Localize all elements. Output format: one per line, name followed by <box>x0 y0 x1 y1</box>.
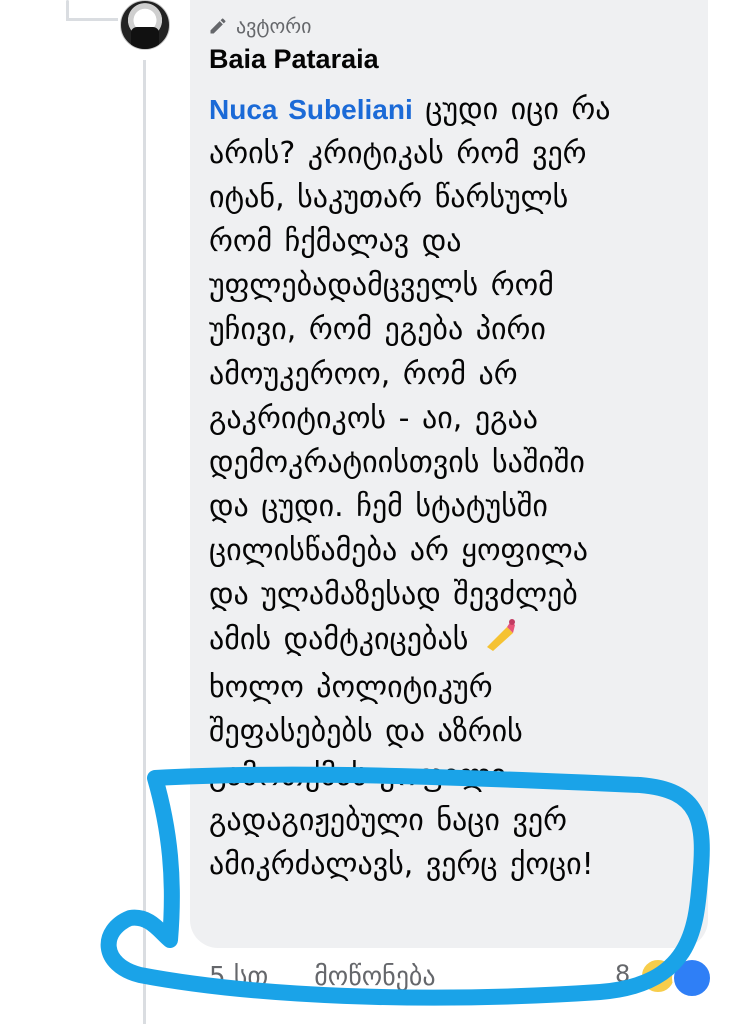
comment-line: ხოლო პოლიტიკურ <box>209 670 493 706</box>
author-badge-label: ავტორი <box>236 14 312 38</box>
comment-line: უჩივი, რომ ეგება პირი <box>209 312 546 348</box>
reply-thread-line <box>143 60 146 1024</box>
comment-line: და ულამაზესად შევძლებ <box>209 577 578 613</box>
comment-line: გადაგიჟებული ნაცი ვერ <box>209 802 567 838</box>
comment-line: ამის დამტკიცებას <box>209 622 481 658</box>
thread-line <box>66 0 69 20</box>
haha-reaction-icon[interactable] <box>640 958 676 994</box>
nail-polish-icon <box>481 617 517 666</box>
comment-line: ამიკრძალავს, ვერც ქოცი! <box>209 846 594 882</box>
comment-line: ცუდი იცი რა <box>412 92 611 127</box>
comment-author[interactable]: Baia Pataraia <box>209 44 379 75</box>
thread-connector <box>66 18 118 21</box>
comment-line: შეფასებებს და აზრის <box>209 714 523 750</box>
comment-line: და ცუდი. ჩემ სტატუსში <box>209 488 548 524</box>
comment-line: ცილისწამება არ ყოფილა <box>209 532 588 568</box>
pencil-icon <box>210 18 226 34</box>
timestamp[interactable]: 5 სთ <box>209 962 268 992</box>
author-badge: ავტორი <box>208 14 312 38</box>
comment-line: არის? კრიტიკას რომ ვერ <box>209 136 587 172</box>
comment-actions: 5 სთ მოწონება <box>209 962 436 992</box>
comment-line: იტან, საკუთარ წარსულს <box>209 180 569 216</box>
avatar[interactable] <box>120 0 170 50</box>
comment-line: უფლებადამცველს რომ <box>209 268 554 304</box>
comment-text: Nuca Subeliani ცუდი იცი რა არის? კრიტიკა… <box>209 88 679 887</box>
comment-line: დემოკრატიისთვის საშიში <box>209 444 585 480</box>
comment-line: ამოუკეროო, რომ არ <box>209 356 518 392</box>
comment-line: გამოთქმას ყოფილი <box>209 758 507 794</box>
comment-line: გაკრიტიკოს - აი, ეგაა <box>209 400 538 436</box>
reaction-count[interactable]: 8 <box>615 960 630 988</box>
comment-line: რომ ჩქმალავ და <box>209 224 462 260</box>
mention-link[interactable]: Nuca Subeliani <box>209 94 413 125</box>
like-reaction-icon[interactable] <box>672 958 712 998</box>
like-button[interactable]: მოწონება <box>314 962 435 992</box>
